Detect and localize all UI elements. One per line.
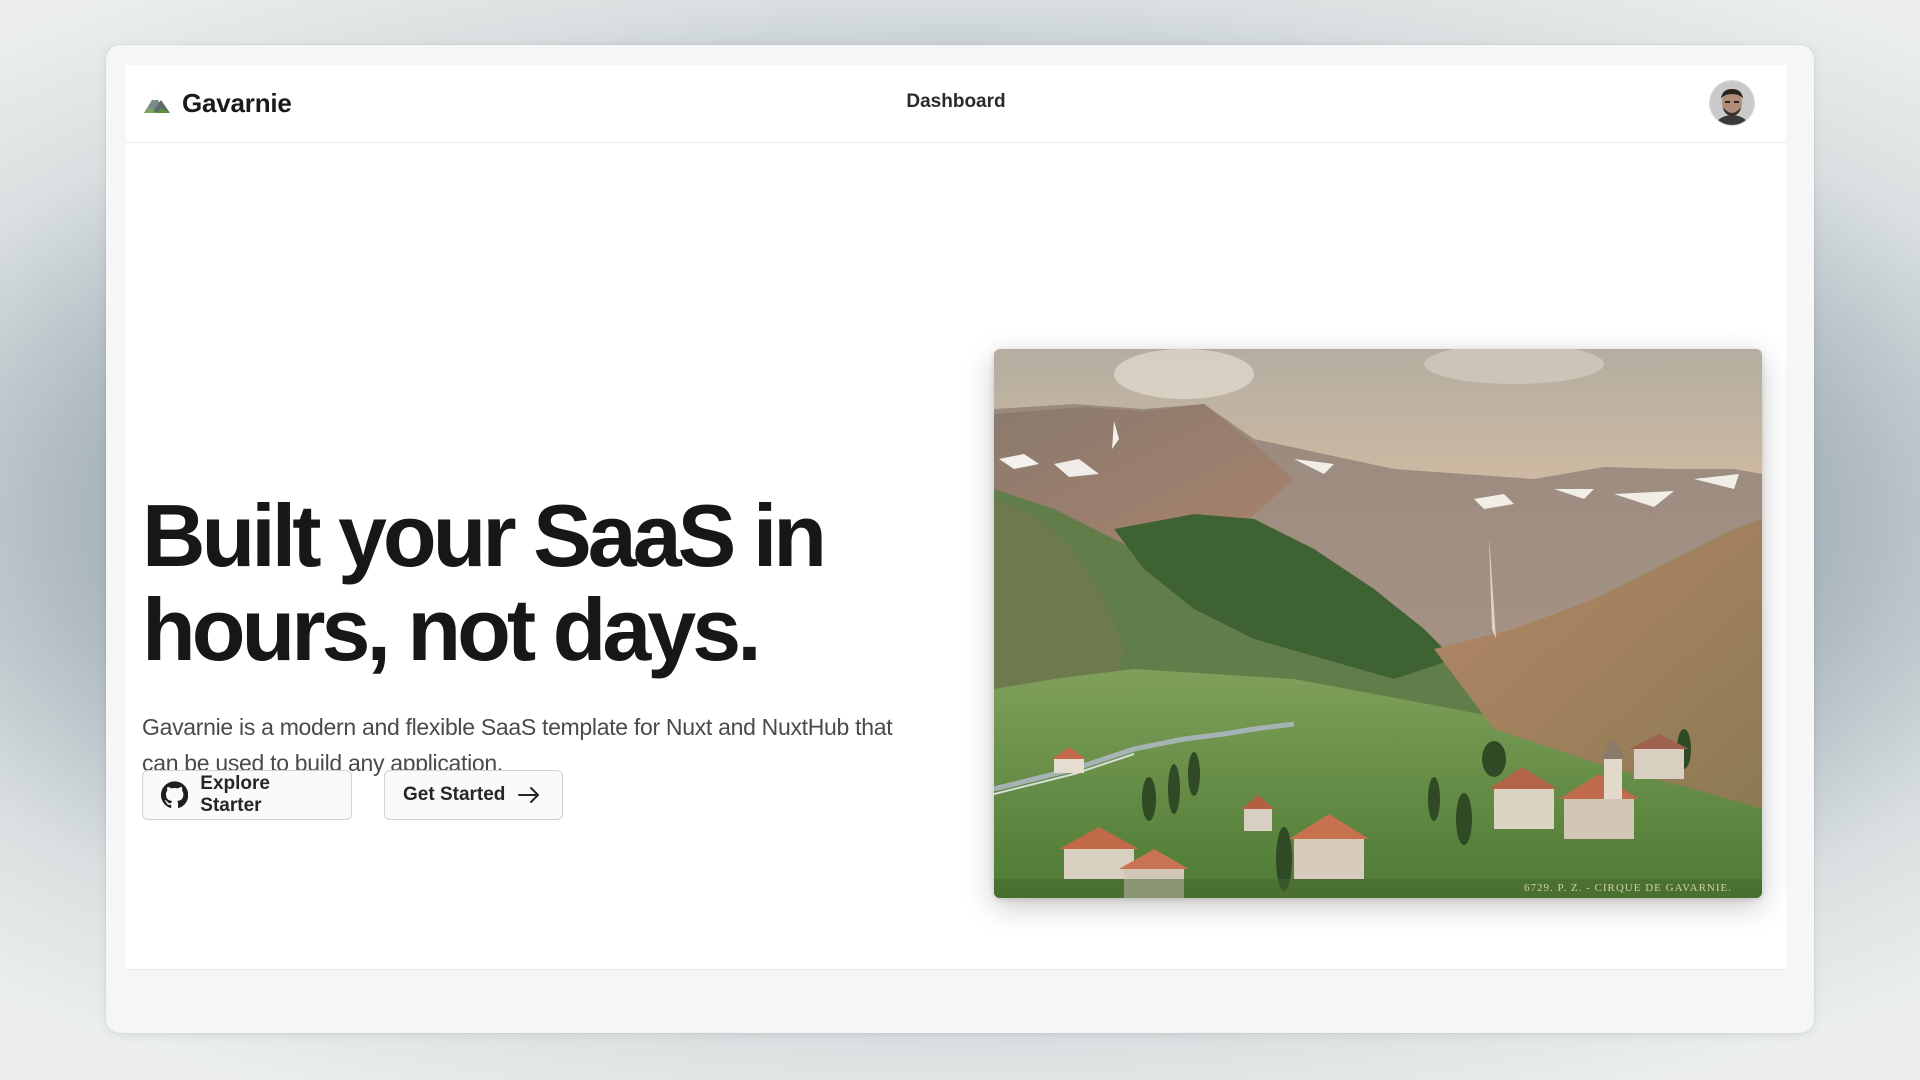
nav-link-dashboard[interactable]: Dashboard <box>906 91 1005 113</box>
navbar: Gavarnie Dashboard <box>126 65 1786 143</box>
mountain-landscape-illustration <box>994 349 1762 898</box>
hero-title-line-2: hours, not days. <box>142 580 762 679</box>
brand-name: Gavarnie <box>182 87 292 118</box>
arrow-right-icon <box>518 787 540 803</box>
get-started-button[interactable]: Get Started <box>384 770 563 820</box>
image-caption: 6729. P. Z. - CIRQUE DE GAVARNIE. <box>1524 882 1732 894</box>
hero-title: Built your SaaS in hours, not days. <box>142 489 1002 677</box>
mountain-icon <box>144 95 170 113</box>
user-avatar[interactable] <box>1710 81 1754 125</box>
avatar-image <box>1710 81 1754 125</box>
hero-image: 6729. P. Z. - CIRQUE DE GAVARNIE. <box>994 349 1762 898</box>
page-container: Gavarnie Dashboard Built your SaaS in ho… <box>126 65 1786 970</box>
get-started-label: Get Started <box>403 784 506 805</box>
brand-link[interactable]: Gavarnie <box>142 85 292 121</box>
github-icon <box>161 781 189 808</box>
hero-title-line-1: Built your SaaS in <box>142 486 827 585</box>
explore-starter-button[interactable]: Explore Starter <box>142 770 352 820</box>
explore-starter-label: Explore Starter <box>200 773 270 816</box>
